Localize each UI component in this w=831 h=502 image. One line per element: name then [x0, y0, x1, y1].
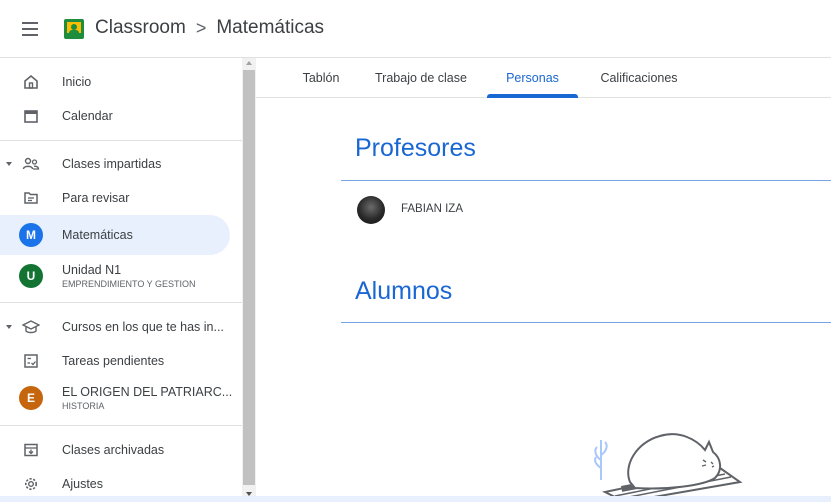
- sidebar-item-unidad-n1[interactable]: U Unidad N1 EMPRENDIMIENTO Y GESTION: [0, 256, 230, 296]
- teachers-divider: [341, 180, 831, 181]
- breadcrumb: Classroom > Matemáticas: [95, 17, 324, 39]
- sidebar-item-label: Para revisar: [62, 191, 130, 205]
- sidebar-item-para-revisar[interactable]: Para revisar: [0, 178, 230, 218]
- breadcrumb-app-link[interactable]: Classroom: [95, 17, 186, 39]
- teacher-name: FABIAN IZA: [401, 203, 463, 215]
- class-avatar: E: [19, 386, 43, 410]
- sidebar-item-tareas-pendientes[interactable]: Tareas pendientes: [0, 341, 230, 381]
- graduation-cap-icon: [22, 318, 40, 336]
- breadcrumb-separator: >: [195, 17, 207, 38]
- sidebar-item-el-origen[interactable]: E EL ORIGEN DEL PATRIARC... HISTORIA: [0, 378, 233, 418]
- tab-personas[interactable]: Personas: [487, 58, 578, 98]
- scroll-up-arrow-icon[interactable]: [246, 61, 252, 65]
- hamburger-menu-icon[interactable]: [22, 21, 40, 37]
- active-tab-indicator: [487, 94, 578, 98]
- empty-state-illustration: [594, 433, 743, 502]
- sidebar-item-calendar[interactable]: Calendar: [0, 96, 230, 136]
- sidebar-item-label: Clases archivadas: [62, 443, 165, 457]
- sidebar-item-label: Calendar: [62, 109, 113, 123]
- scrollbar-thumb[interactable]: [243, 70, 255, 485]
- tab-tablon[interactable]: Tablón: [286, 58, 356, 98]
- tab-trabajo-de-clase[interactable]: Trabajo de clase: [366, 58, 476, 98]
- expand-caret-icon[interactable]: [6, 162, 12, 166]
- bottom-edge-bar: [0, 496, 831, 502]
- people-icon: [22, 155, 40, 173]
- sidebar-item-label: Inicio: [62, 75, 92, 89]
- sidebar-item-label: EL ORIGEN DEL PATRIARC...: [62, 385, 233, 399]
- sidebar-item-matematicas[interactable]: M Matemáticas: [0, 215, 230, 255]
- class-avatar: M: [19, 223, 43, 247]
- archive-icon: [22, 441, 40, 459]
- sidebar-item-label: Clases impartidas: [62, 157, 162, 171]
- home-icon: [22, 73, 40, 91]
- teacher-avatar: [357, 196, 385, 224]
- teachers-heading: Profesores: [355, 134, 476, 162]
- classroom-logo-icon[interactable]: [64, 19, 84, 39]
- sidebar-item-label: Ajustes: [62, 477, 103, 491]
- sidebar-divider: [0, 425, 242, 426]
- sidebar-item-label: Cursos en los que te has in...: [62, 320, 224, 334]
- class-avatar: U: [19, 264, 43, 288]
- top-app-bar: Classroom > Matemáticas: [0, 0, 831, 58]
- sidebar-item-label: Unidad N1: [62, 263, 122, 277]
- checklist-icon: [22, 352, 40, 370]
- sidebar-item-label: Matemáticas: [62, 228, 133, 242]
- students-divider: [341, 322, 831, 323]
- class-tabs: Tablón Trabajo de clase Personas Calific…: [256, 58, 831, 98]
- breadcrumb-course-title[interactable]: Matemáticas: [216, 17, 324, 39]
- sidebar-divider: [0, 140, 242, 141]
- folder-icon: [22, 189, 40, 207]
- students-heading: Alumnos: [355, 277, 453, 305]
- sidebar-item-label: Tareas pendientes: [62, 354, 165, 368]
- calendar-icon: [22, 107, 40, 125]
- sidebar-item-subtitle: EMPRENDIMIENTO Y GESTION: [62, 279, 196, 289]
- sidebar-item-subtitle: HISTORIA: [62, 401, 105, 411]
- tab-calificaciones[interactable]: Calificaciones: [586, 58, 692, 98]
- sidebar-scrollbar[interactable]: [242, 58, 256, 502]
- sidebar-divider: [0, 302, 242, 303]
- expand-caret-icon[interactable]: [6, 325, 12, 329]
- gear-icon: [22, 475, 40, 493]
- sidebar: Inicio Calendar Clases impartidas Para r…: [0, 58, 256, 502]
